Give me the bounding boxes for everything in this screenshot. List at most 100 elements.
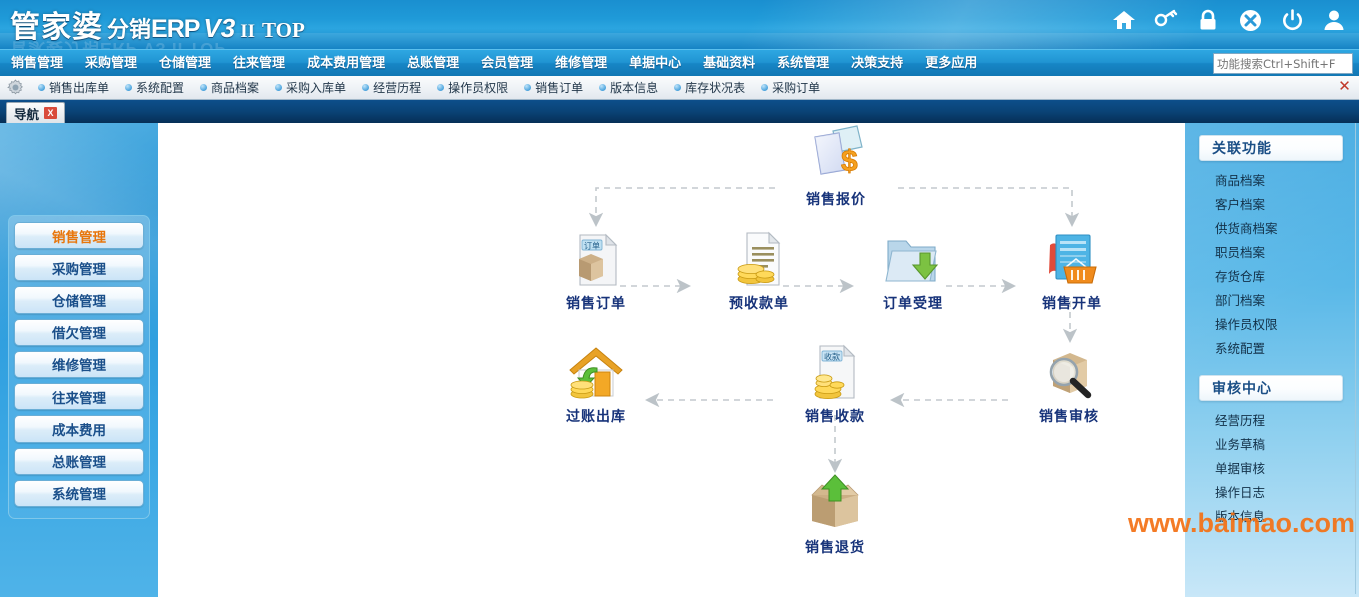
related-item-operator-permission[interactable]: 操作员权限 bbox=[1185, 311, 1355, 335]
bullet-icon bbox=[275, 84, 283, 91]
flow-node-sales-quote[interactable]: $ 销售报价 bbox=[776, 123, 896, 209]
audit-item-business-history[interactable]: 经营历程 bbox=[1185, 407, 1355, 431]
key-icon[interactable] bbox=[1153, 7, 1179, 33]
shortcut-item-6[interactable]: 销售订单 bbox=[516, 79, 591, 96]
flow-node-sales-audit[interactable]: 销售审核 bbox=[1009, 340, 1129, 426]
audit-item-version-info[interactable]: 版本信息 bbox=[1185, 503, 1355, 527]
flow-node-label: 预收款单 bbox=[729, 296, 789, 312]
basket-doc-icon bbox=[1012, 227, 1132, 289]
svg-text:订单: 订单 bbox=[584, 241, 600, 251]
tab-close-icon[interactable]: X bbox=[44, 107, 58, 119]
power-icon[interactable] bbox=[1279, 7, 1305, 33]
system-icon-group bbox=[1111, 7, 1347, 33]
house-coins-icon bbox=[536, 340, 656, 402]
lock-icon[interactable] bbox=[1195, 7, 1221, 33]
menu-item-12[interactable]: 更多应用 bbox=[914, 50, 988, 77]
audit-item-business-draft[interactable]: 业务草稿 bbox=[1185, 431, 1355, 455]
related-item-department-archive[interactable]: 部门档案 bbox=[1185, 287, 1355, 311]
menu-item-4[interactable]: 成本费用管理 bbox=[296, 50, 396, 77]
audit-item-operation-log[interactable]: 操作日志 bbox=[1185, 479, 1355, 503]
panel-header-audit-center: 审核中心 bbox=[1199, 375, 1343, 401]
menu-item-6[interactable]: 会员管理 bbox=[470, 50, 544, 77]
flow-node-order-acceptance[interactable]: 订单受理 bbox=[853, 227, 973, 313]
bullet-icon bbox=[38, 84, 45, 91]
shortcut-label: 版本信息 bbox=[610, 81, 659, 95]
svg-text:收款: 收款 bbox=[824, 352, 840, 362]
shortcutbar-close-icon[interactable]: ✕ bbox=[1337, 79, 1352, 94]
shortcut-item-4[interactable]: 经营历程 bbox=[354, 79, 429, 96]
open-box-arrow-icon bbox=[775, 471, 895, 533]
audit-item-document-review[interactable]: 单据审核 bbox=[1185, 455, 1355, 479]
shortcut-item-5[interactable]: 操作员权限 bbox=[429, 79, 516, 96]
shortcut-label: 采购入库单 bbox=[286, 81, 347, 95]
shortcut-label: 系统配置 bbox=[136, 81, 185, 95]
shortcut-item-1[interactable]: 系统配置 bbox=[117, 79, 192, 96]
shortcut-item-8[interactable]: 库存状况表 bbox=[666, 79, 753, 96]
sidebar-item-debt[interactable]: 借欠管理 bbox=[14, 318, 144, 346]
shortcut-label: 采购订单 bbox=[772, 81, 821, 95]
shortcut-item-3[interactable]: 采购入库单 bbox=[267, 79, 354, 96]
logo-erp: ERP bbox=[151, 15, 200, 43]
logo-sub-cn: 分销 bbox=[107, 18, 152, 43]
sidebar-item-repair[interactable]: 维修管理 bbox=[14, 350, 144, 379]
user-icon[interactable] bbox=[1321, 7, 1347, 33]
menu-item-11[interactable]: 决策支持 bbox=[840, 50, 914, 77]
menu-item-1[interactable]: 采购管理 bbox=[74, 50, 148, 77]
sidebar-item-exchange[interactable]: 往来管理 bbox=[14, 383, 144, 411]
left-sidebar: 销售管理 采购管理 仓储管理 借欠管理 维修管理 往来管理 成本费用 总账管理 … bbox=[0, 123, 158, 597]
shortcut-item-0[interactable]: 销售出库单 bbox=[30, 79, 117, 96]
menu-item-10[interactable]: 系统管理 bbox=[766, 50, 840, 77]
sidebar-item-ledger[interactable]: 总账管理 bbox=[14, 447, 144, 475]
shortcut-label: 销售出库单 bbox=[49, 81, 110, 95]
sidebar-item-purchase[interactable]: 采购管理 bbox=[14, 254, 144, 282]
bullet-icon bbox=[761, 84, 769, 91]
sidebar-item-sales[interactable]: 销售管理 bbox=[14, 222, 144, 250]
home-icon[interactable] bbox=[1111, 7, 1137, 33]
shortcut-item-2[interactable]: 商品档案 bbox=[192, 79, 267, 96]
shortcut-label: 商品档案 bbox=[211, 81, 260, 95]
flow-node-sales-billing[interactable]: 销售开单 bbox=[1012, 227, 1132, 313]
menu-item-2[interactable]: 仓储管理 bbox=[148, 50, 222, 77]
gear-icon[interactable] bbox=[0, 79, 30, 96]
shortcut-item-7[interactable]: 版本信息 bbox=[591, 79, 666, 96]
sidebar-item-cost[interactable]: 成本费用 bbox=[14, 415, 144, 443]
related-item-goods-archive[interactable]: 商品档案 bbox=[1185, 167, 1355, 191]
main-body: 销售管理 采购管理 仓储管理 借欠管理 维修管理 往来管理 成本费用 总账管理 … bbox=[0, 123, 1359, 597]
sidebar-item-warehouse[interactable]: 仓储管理 bbox=[14, 286, 144, 314]
related-item-supplier-archive[interactable]: 供货商档案 bbox=[1185, 215, 1355, 239]
bullet-icon bbox=[599, 84, 607, 91]
menu-item-3[interactable]: 往来管理 bbox=[222, 50, 296, 77]
menu-item-8[interactable]: 单据中心 bbox=[618, 50, 692, 77]
sales-flow-diagram: $ 销售报价 订单 销售订单 预收款单 订单受理 销售开单 过账出库 收款 销售… bbox=[158, 123, 1185, 597]
flow-node-label: 销售退货 bbox=[805, 540, 865, 556]
documents-dollar-icon: $ bbox=[776, 123, 896, 185]
menu-item-0[interactable]: 销售管理 bbox=[0, 50, 74, 77]
flow-node-sales-order[interactable]: 订单 销售订单 bbox=[536, 227, 656, 313]
bullet-icon bbox=[674, 84, 682, 91]
function-search-box[interactable] bbox=[1213, 53, 1359, 74]
related-item-inventory-warehouse[interactable]: 存货仓库 bbox=[1185, 263, 1355, 287]
menu-item-7[interactable]: 维修管理 bbox=[544, 50, 618, 77]
order-box-doc-icon: 订单 bbox=[536, 227, 656, 289]
app-logo: 管家婆 分销 ERP V3 II TOP bbox=[10, 2, 305, 46]
related-item-customer-archive[interactable]: 客户档案 bbox=[1185, 191, 1355, 215]
right-panel-inner: 关联功能 商品档案 客户档案 供货商档案 职员档案 存货仓库 部门档案 操作员权… bbox=[1185, 123, 1356, 594]
shortcut-label: 销售订单 bbox=[535, 81, 584, 95]
sidebar-item-system[interactable]: 系统管理 bbox=[14, 479, 144, 507]
menu-item-9[interactable]: 基础资料 bbox=[692, 50, 766, 77]
related-item-staff-archive[interactable]: 职员档案 bbox=[1185, 239, 1355, 263]
flow-node-label: 销售审核 bbox=[1039, 409, 1099, 425]
tab-navigation[interactable]: 导航 X bbox=[6, 102, 66, 123]
menu-item-5[interactable]: 总账管理 bbox=[396, 50, 470, 77]
related-item-system-config[interactable]: 系统配置 bbox=[1185, 335, 1355, 359]
flow-node-sales-return[interactable]: 销售退货 bbox=[775, 471, 895, 557]
flow-node-posting-outbound[interactable]: 过账出库 bbox=[536, 340, 656, 426]
flow-node-label: 销售开单 bbox=[1042, 296, 1102, 312]
shortcut-bar: 销售出库单 系统配置 商品档案 采购入库单 经营历程 操作员权限 销售订单 版本… bbox=[0, 76, 1359, 100]
logo-tier: TOP bbox=[262, 18, 305, 42]
search-input[interactable] bbox=[1214, 54, 1359, 73]
shortcut-item-9[interactable]: 采购订单 bbox=[753, 79, 828, 96]
flow-node-prepayment[interactable]: 预收款单 bbox=[699, 227, 819, 313]
flow-node-sales-receipt[interactable]: 收款 销售收款 bbox=[775, 340, 895, 426]
close-circle-icon[interactable] bbox=[1237, 7, 1263, 33]
